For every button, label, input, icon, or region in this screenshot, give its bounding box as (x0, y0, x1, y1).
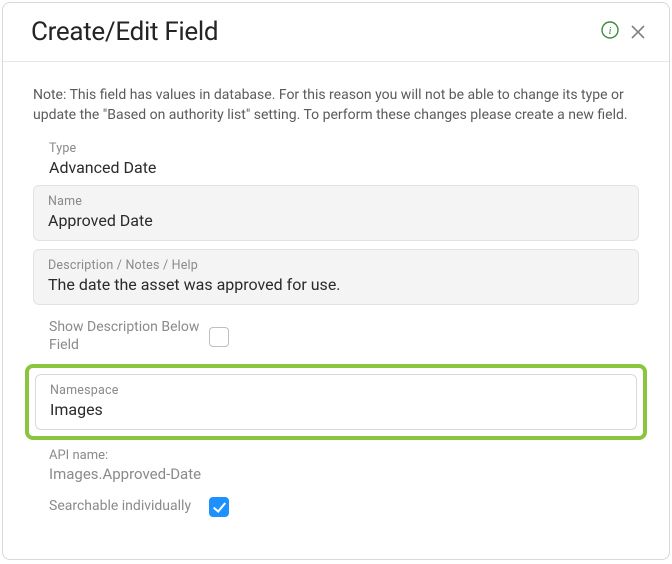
searchable-label: Searchable individually (49, 498, 209, 516)
name-section[interactable]: Name (33, 185, 639, 241)
name-input[interactable] (48, 211, 624, 230)
api-name-value: Images.Approved-Date (49, 465, 639, 483)
api-name-label: API name: (49, 448, 639, 463)
dialog-body: Note: This field has values in database.… (3, 62, 669, 559)
dialog-title: Create/Edit Field (31, 17, 601, 47)
type-label: Type (49, 141, 639, 156)
create-edit-field-dialog: Create/Edit Field i Note: This field has… (2, 2, 670, 560)
locked-field-note: Note: This field has values in database.… (33, 86, 639, 125)
show-description-checkbox[interactable] (209, 327, 229, 347)
dialog-header: Create/Edit Field i (3, 3, 669, 62)
info-icon[interactable]: i (601, 21, 619, 43)
api-name-section: API name: Images.Approved-Date (33, 446, 639, 491)
type-section: Type Advanced Date (33, 141, 639, 185)
namespace-input[interactable] (50, 400, 622, 419)
description-input[interactable] (48, 275, 624, 294)
namespace-label: Namespace (50, 383, 622, 398)
name-label: Name (48, 194, 624, 209)
searchable-row: Searchable individually (33, 491, 639, 523)
header-icons: i (601, 21, 647, 43)
show-description-label: Show Description Below Field (49, 319, 209, 354)
show-description-row: Show Description Below Field (33, 313, 639, 360)
type-value: Advanced Date (49, 158, 639, 177)
description-label: Description / Notes / Help (48, 258, 624, 273)
searchable-checkbox[interactable] (209, 497, 229, 517)
svg-text:i: i (608, 25, 611, 37)
namespace-section[interactable]: Namespace (35, 374, 637, 430)
namespace-highlight: Namespace (25, 364, 647, 440)
close-icon[interactable] (629, 23, 647, 41)
description-section[interactable]: Description / Notes / Help (33, 249, 639, 305)
